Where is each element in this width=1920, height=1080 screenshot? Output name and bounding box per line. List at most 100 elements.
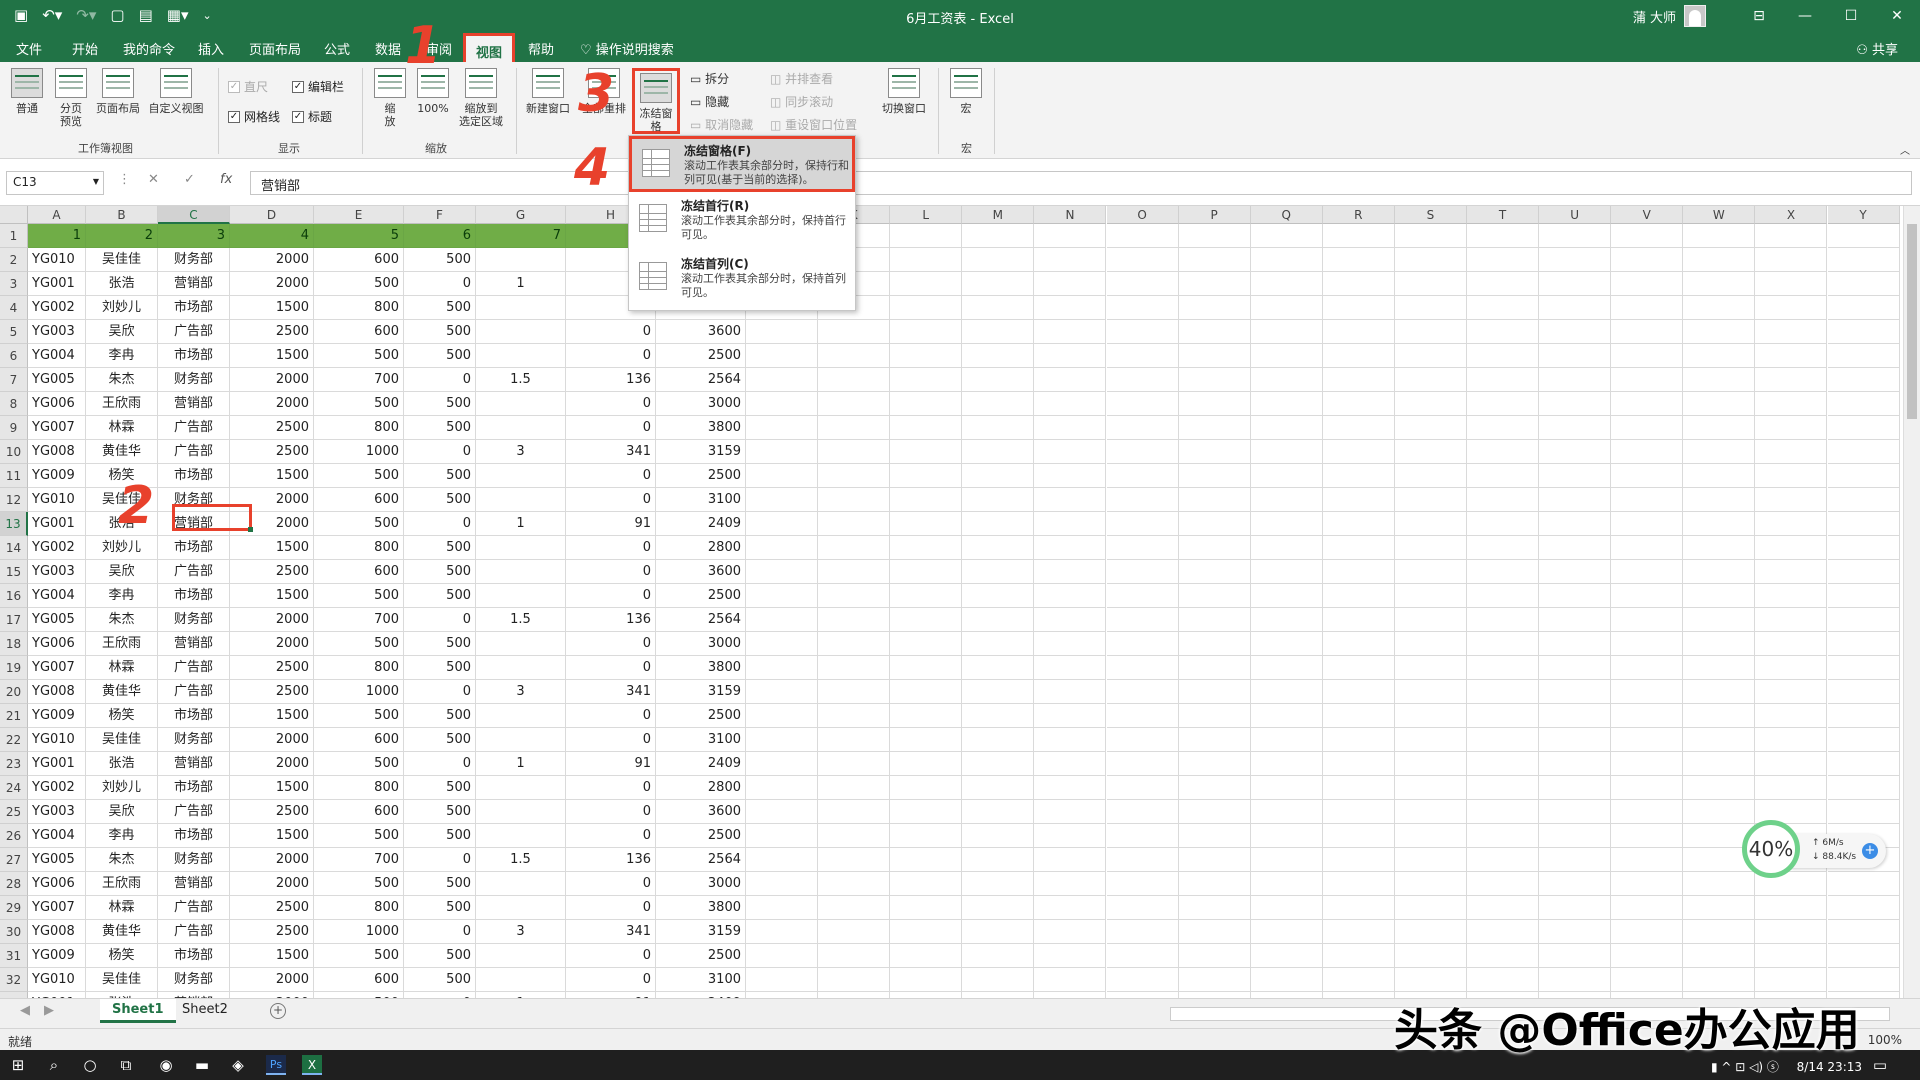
cell[interactable]	[1250, 800, 1323, 824]
row-header-24[interactable]: 24	[0, 776, 28, 800]
cell[interactable]	[1394, 512, 1467, 536]
cell[interactable]	[1106, 536, 1179, 560]
cell[interactable]	[1539, 776, 1612, 800]
cell[interactable]	[1683, 680, 1756, 704]
cell[interactable]	[1539, 704, 1612, 728]
cell[interactable]: 1.5	[476, 848, 566, 872]
cell[interactable]	[1106, 656, 1179, 680]
row-header-2[interactable]: 2	[0, 248, 28, 272]
cell[interactable]	[962, 776, 1035, 800]
cell[interactable]: 1500	[230, 464, 314, 488]
cell[interactable]: YG006	[28, 392, 86, 416]
add-sheet-icon[interactable]: +	[270, 1003, 286, 1019]
split-button[interactable]: ▭ 拆分	[690, 70, 729, 87]
cell[interactable]: YG001	[28, 272, 86, 296]
cell[interactable]	[1827, 464, 1900, 488]
cell[interactable]: 0	[566, 800, 656, 824]
cell[interactable]	[1034, 848, 1107, 872]
cell[interactable]	[1755, 944, 1828, 968]
cell[interactable]: 张浩	[86, 752, 158, 776]
cell[interactable]	[1827, 416, 1900, 440]
cell[interactable]: 0	[404, 752, 476, 776]
row-header-17[interactable]: 17	[0, 608, 28, 632]
cell[interactable]	[476, 824, 566, 848]
cell[interactable]: YG002	[28, 536, 86, 560]
cell[interactable]	[1827, 248, 1900, 272]
ruler-checkbox[interactable]: ✓ 直尺	[228, 78, 268, 95]
cell[interactable]	[1755, 488, 1828, 512]
cell[interactable]	[1827, 560, 1900, 584]
cell[interactable]	[1034, 512, 1107, 536]
cell[interactable]	[1683, 968, 1756, 992]
cell[interactable]	[1322, 848, 1395, 872]
row-header-10[interactable]: 10	[0, 440, 28, 464]
cell[interactable]	[476, 344, 566, 368]
cell[interactable]	[1827, 584, 1900, 608]
cell[interactable]	[1539, 416, 1612, 440]
cell[interactable]	[1178, 536, 1251, 560]
cell[interactable]	[1683, 632, 1756, 656]
cell[interactable]: 刘妙儿	[86, 536, 158, 560]
cell[interactable]	[1611, 464, 1684, 488]
cell[interactable]	[1322, 728, 1395, 752]
cell[interactable]: 2800	[656, 536, 746, 560]
row-header-16[interactable]: 16	[0, 584, 28, 608]
cell[interactable]	[1178, 848, 1251, 872]
cell[interactable]	[1250, 320, 1323, 344]
cell[interactable]	[1322, 224, 1395, 248]
cell[interactable]	[1611, 944, 1684, 968]
cell[interactable]	[1106, 824, 1179, 848]
cell[interactable]	[1683, 584, 1756, 608]
cell[interactable]	[818, 416, 891, 440]
cell[interactable]	[1755, 320, 1828, 344]
cell[interactable]: 财务部	[158, 728, 230, 752]
cell[interactable]	[1755, 272, 1828, 296]
maximize-icon[interactable]: ☐	[1828, 8, 1874, 24]
cell[interactable]	[1611, 272, 1684, 296]
header-cell[interactable]: 5	[314, 224, 404, 248]
cell[interactable]: YG001	[28, 752, 86, 776]
select-all-corner[interactable]	[0, 206, 28, 224]
cell[interactable]	[1467, 536, 1540, 560]
cell[interactable]: 广告部	[158, 440, 230, 464]
active-cell-c13[interactable]	[172, 504, 253, 532]
column-header-y[interactable]: Y	[1827, 206, 1900, 224]
cell[interactable]	[1539, 752, 1612, 776]
cell[interactable]	[1394, 272, 1467, 296]
cell[interactable]	[962, 944, 1035, 968]
cell[interactable]	[1250, 752, 1323, 776]
cell[interactable]: 2800	[656, 776, 746, 800]
photoshop-icon[interactable]: Ps	[266, 1055, 286, 1075]
column-header-n[interactable]: N	[1034, 206, 1107, 224]
cell[interactable]: 财务部	[158, 608, 230, 632]
cell[interactable]: 341	[566, 680, 656, 704]
cell[interactable]	[1683, 608, 1756, 632]
cell[interactable]	[1034, 728, 1107, 752]
cell[interactable]	[1034, 248, 1107, 272]
cell[interactable]	[890, 512, 963, 536]
cell[interactable]: 500	[404, 464, 476, 488]
column-header-d[interactable]: D	[230, 206, 314, 224]
cell[interactable]: 广告部	[158, 656, 230, 680]
cell[interactable]	[1394, 800, 1467, 824]
cell[interactable]	[1611, 896, 1684, 920]
cell[interactable]: 800	[314, 656, 404, 680]
excel-icon[interactable]: X	[302, 1055, 322, 1075]
cell[interactable]	[890, 848, 963, 872]
cell[interactable]	[890, 464, 963, 488]
cell[interactable]	[1322, 584, 1395, 608]
name-box[interactable]: C13 ▼	[6, 171, 104, 195]
cell[interactable]	[818, 872, 891, 896]
cell[interactable]	[1250, 416, 1323, 440]
cell[interactable]: 0	[566, 704, 656, 728]
cell[interactable]	[1611, 608, 1684, 632]
cell[interactable]	[1106, 776, 1179, 800]
freeze-top-row-option[interactable]: 冻结首行(R) 滚动工作表其余部分时，保持首行可见。	[629, 194, 855, 250]
row-header-21[interactable]: 21	[0, 704, 28, 728]
cell[interactable]	[1394, 944, 1467, 968]
cell[interactable]: 91	[566, 512, 656, 536]
column-header-s[interactable]: S	[1394, 206, 1467, 224]
cell[interactable]: YG003	[28, 320, 86, 344]
cell[interactable]	[1611, 440, 1684, 464]
cell[interactable]	[1178, 944, 1251, 968]
